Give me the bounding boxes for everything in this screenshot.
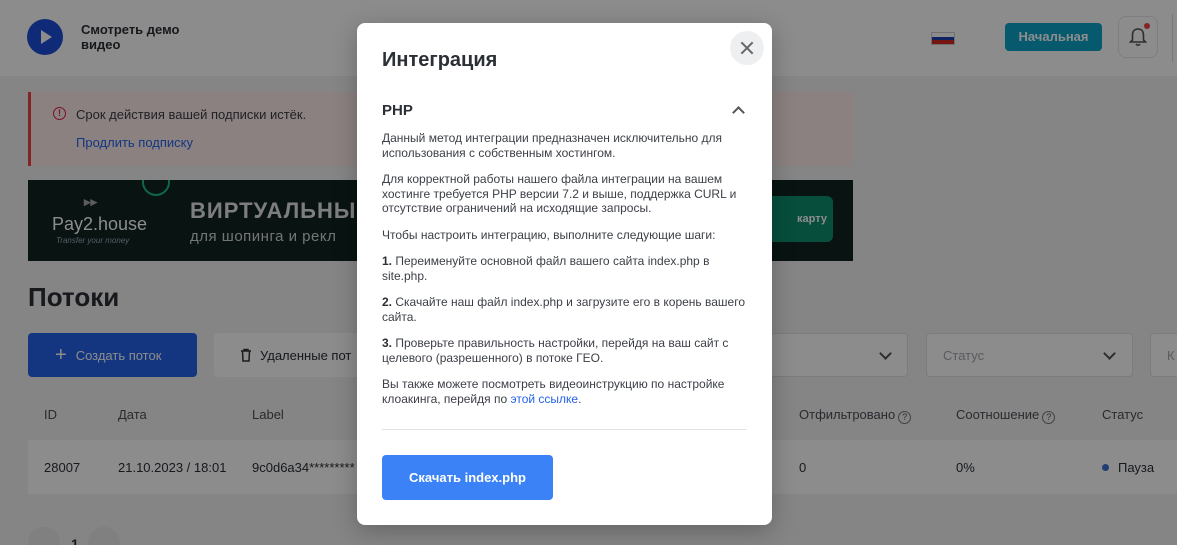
- step-2-text: Скачайте наш файл index.php и загрузите …: [382, 295, 745, 324]
- step-3-number: 3.: [382, 336, 393, 350]
- video-instruction-text: Вы также можете посмотреть видеоинструкц…: [382, 377, 750, 406]
- step-2-number: 2.: [382, 295, 393, 309]
- accordion-php-body: Данный метод интеграции предназначен иск…: [382, 131, 750, 418]
- close-button[interactable]: [730, 31, 764, 65]
- step-3-text: Проверьте правильность настройки, перейд…: [382, 336, 729, 365]
- step-1: 1. Переименуйте основной файл вашего сай…: [382, 254, 750, 283]
- intro-text: Данный метод интеграции предназначен иск…: [382, 131, 723, 160]
- accordion-php-header[interactable]: PHP: [382, 102, 413, 119]
- video-text-end: .: [578, 391, 582, 406]
- divider: [382, 429, 747, 430]
- video-link[interactable]: этой ссылке: [510, 392, 578, 406]
- step-1-text: Переименуйте основной файл вашего сайта …: [382, 254, 710, 283]
- step-2: 2. Скачайте наш файл index.php и загрузи…: [382, 295, 750, 324]
- step-3: 3. Проверьте правильность настройки, пер…: [382, 336, 750, 365]
- step-1-number: 1.: [382, 254, 393, 268]
- chevron-up-icon[interactable]: [732, 106, 745, 119]
- requirements-text: Для корректной работы нашего файла интег…: [382, 172, 737, 215]
- steps-intro-text: Чтобы настроить интеграцию, выполните сл…: [382, 227, 716, 242]
- modal-title: Интеграция: [382, 49, 498, 71]
- integration-modal: Интеграция PHP Данный метод интеграции п…: [357, 23, 772, 525]
- download-index-php-button[interactable]: Скачать index.php: [382, 455, 553, 500]
